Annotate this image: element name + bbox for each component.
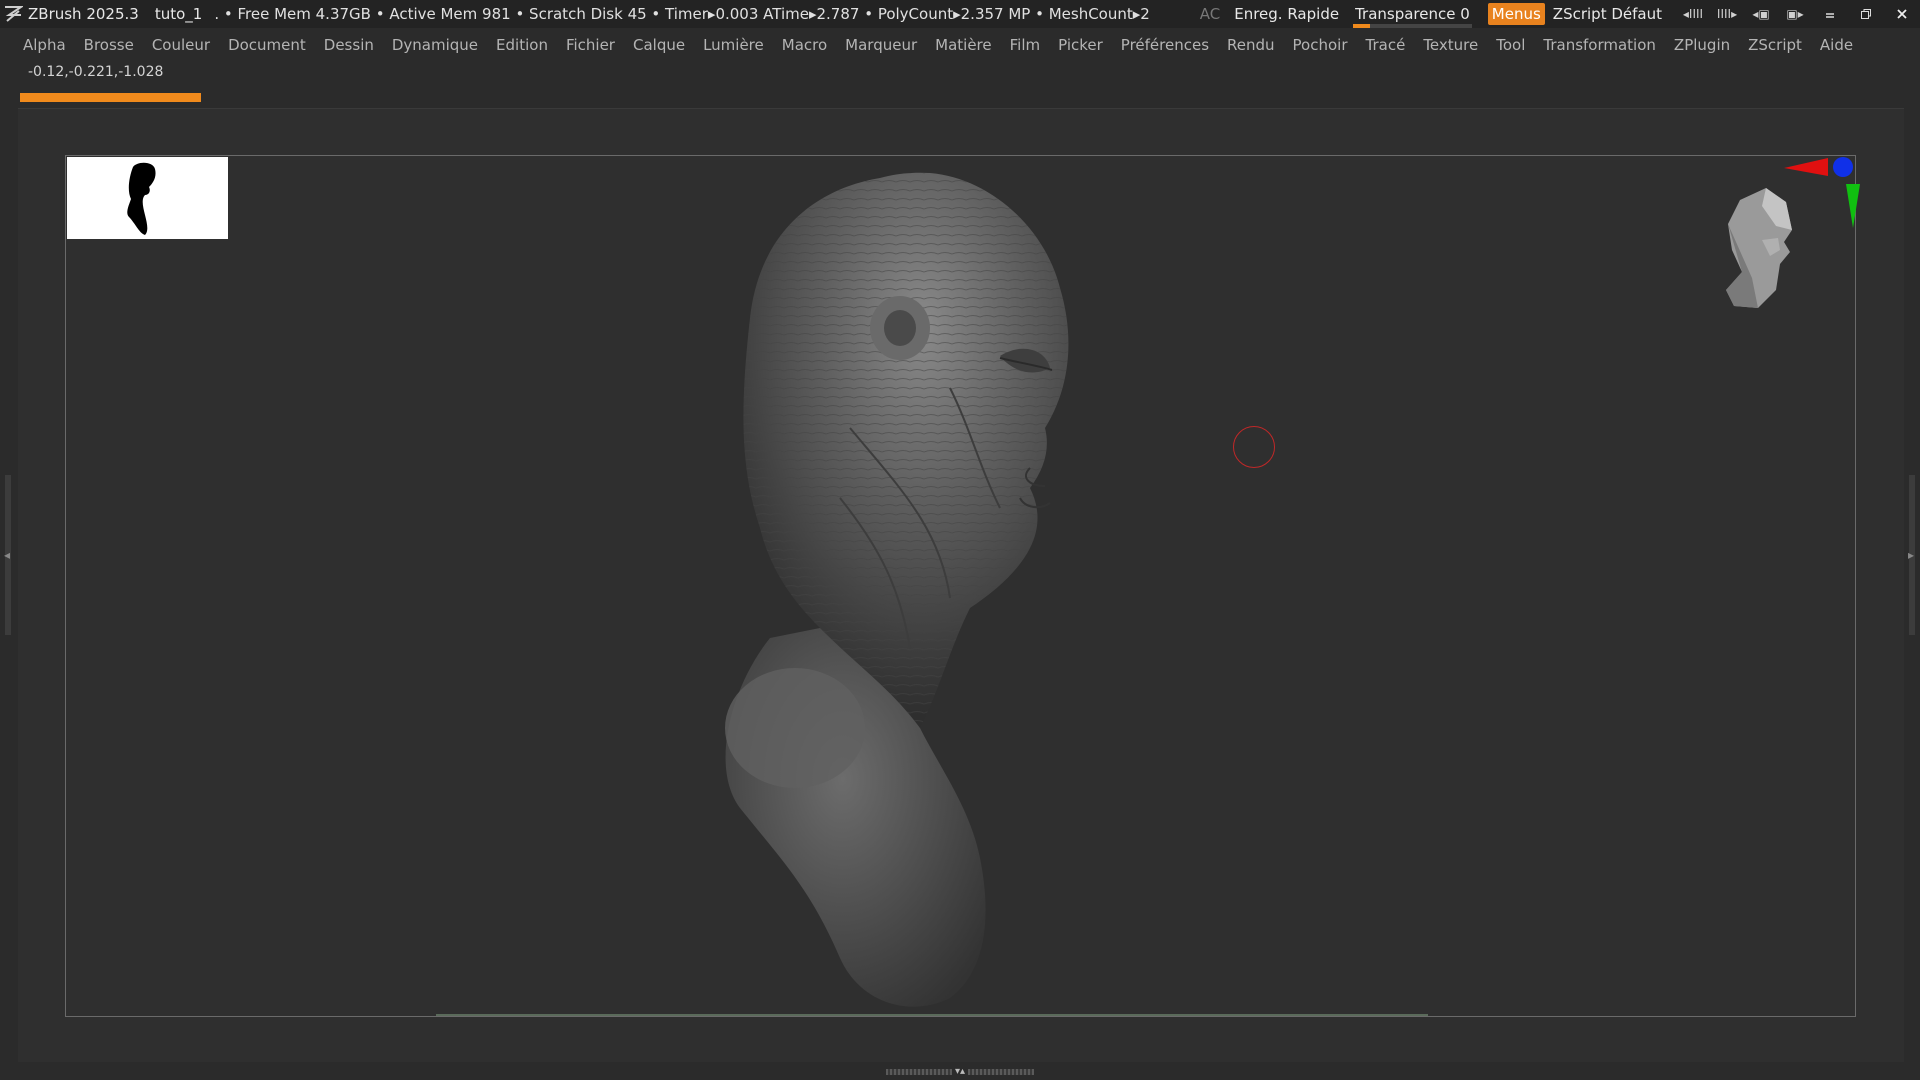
brush-cursor [1233, 426, 1275, 468]
z-axis-icon[interactable] [1833, 157, 1853, 177]
zscript-default-button[interactable]: ZScript Défaut [1553, 5, 1662, 23]
menu-fichier[interactable]: Fichier [557, 32, 624, 58]
transparency-track[interactable] [1353, 24, 1472, 28]
bottom-handle-grip-left [885, 1069, 952, 1075]
menu-alpha[interactable]: Alpha [14, 32, 75, 58]
restore-icon[interactable] [1848, 0, 1884, 28]
menu-aide[interactable]: Aide [1811, 32, 1862, 58]
left-tray-arrow-icon[interactable]: ◂ [4, 548, 10, 562]
menu-rendu[interactable]: Rendu [1218, 32, 1284, 58]
transparency-label: Transparence 0 [1355, 5, 1470, 23]
menu-dessin[interactable]: Dessin [315, 32, 383, 58]
menu-zplugin[interactable]: ZPlugin [1665, 32, 1739, 58]
layout-prev-icon[interactable]: ◂▣ [1744, 0, 1778, 28]
menu-tool[interactable]: Tool [1487, 32, 1534, 58]
axis-gizmo[interactable] [1780, 156, 1860, 236]
bottom-tray-arrow-icon[interactable]: ▾▴ [955, 1067, 965, 1077]
menu-document[interactable]: Document [219, 32, 315, 58]
zbrush-logo-icon[interactable] [0, 0, 26, 28]
main-menu-bar: Alpha Brosse Couleur Document Dessin Dynamiqu… [0, 30, 1920, 60]
coordinate-readout: -0.12,-0.221,-1.028 [28, 64, 164, 80]
silhouette-thumbnail [67, 157, 228, 239]
memory-stats: . • Free Mem 4.37GB • Active Mem 981 • S… [214, 5, 1150, 23]
menu-preferences[interactable]: Préférences [1112, 32, 1218, 58]
progress-fill [20, 93, 201, 102]
zbrush-window: ZBrush 2025.3 tuto_1 . • Free Mem 4.37GB… [0, 0, 1920, 1080]
document-name: tuto_1 [154, 5, 203, 23]
bottom-tray-handle[interactable]: ▾▴ [879, 1067, 1041, 1077]
quicksave-button[interactable]: Enreg. Rapide [1234, 5, 1339, 23]
app-title: ZBrush 2025.3 [28, 5, 139, 23]
menu-film[interactable]: Film [1001, 32, 1049, 58]
menu-dynamique[interactable]: Dynamique [383, 32, 487, 58]
menu-texture[interactable]: Texture [1414, 32, 1487, 58]
menu-macro[interactable]: Macro [773, 32, 836, 58]
title-bar: ZBrush 2025.3 tuto_1 . • Free Mem 4.37GB… [0, 0, 1920, 28]
palette-right-icon[interactable]: IIII▸ [1710, 0, 1744, 28]
palette-left-icon[interactable]: ◂IIII [1676, 0, 1710, 28]
menu-matiere[interactable]: Matière [926, 32, 1000, 58]
menus-button[interactable]: Menus [1487, 3, 1545, 25]
titlebar-controls: AC Enreg. Rapide Transparence 0 Menus ZS… [1200, 0, 1920, 28]
menu-trace[interactable]: Tracé [1357, 32, 1415, 58]
layout-next-icon[interactable]: ▣▸ [1778, 0, 1812, 28]
menu-brosse[interactable]: Brosse [75, 32, 143, 58]
transparency-fill [1353, 24, 1370, 28]
ac-toggle[interactable]: AC [1200, 5, 1220, 23]
right-tray-arrow-icon[interactable]: ▸ [1908, 548, 1914, 562]
menu-calque[interactable]: Calque [624, 32, 694, 58]
menu-picker[interactable]: Picker [1049, 32, 1112, 58]
menu-lumiere[interactable]: Lumière [694, 32, 773, 58]
menu-marqueur[interactable]: Marqueur [836, 32, 926, 58]
close-icon[interactable] [1884, 0, 1920, 28]
minimize-icon[interactable] [1812, 0, 1848, 28]
bottom-handle-grip-right [968, 1069, 1035, 1075]
menu-zscript[interactable]: ZScript [1739, 32, 1811, 58]
sculpted-head-model[interactable] [700, 168, 1120, 1018]
menu-couleur[interactable]: Couleur [143, 32, 219, 58]
y-axis-icon[interactable] [1846, 184, 1860, 228]
x-axis-icon[interactable] [1784, 158, 1828, 176]
menu-transformation[interactable]: Transformation [1534, 32, 1665, 58]
menu-edition[interactable]: Edition [487, 32, 557, 58]
transparency-slider[interactable]: Transparence 0 [1353, 5, 1472, 28]
menu-pochoir[interactable]: Pochoir [1284, 32, 1357, 58]
progress-bar [20, 93, 201, 102]
